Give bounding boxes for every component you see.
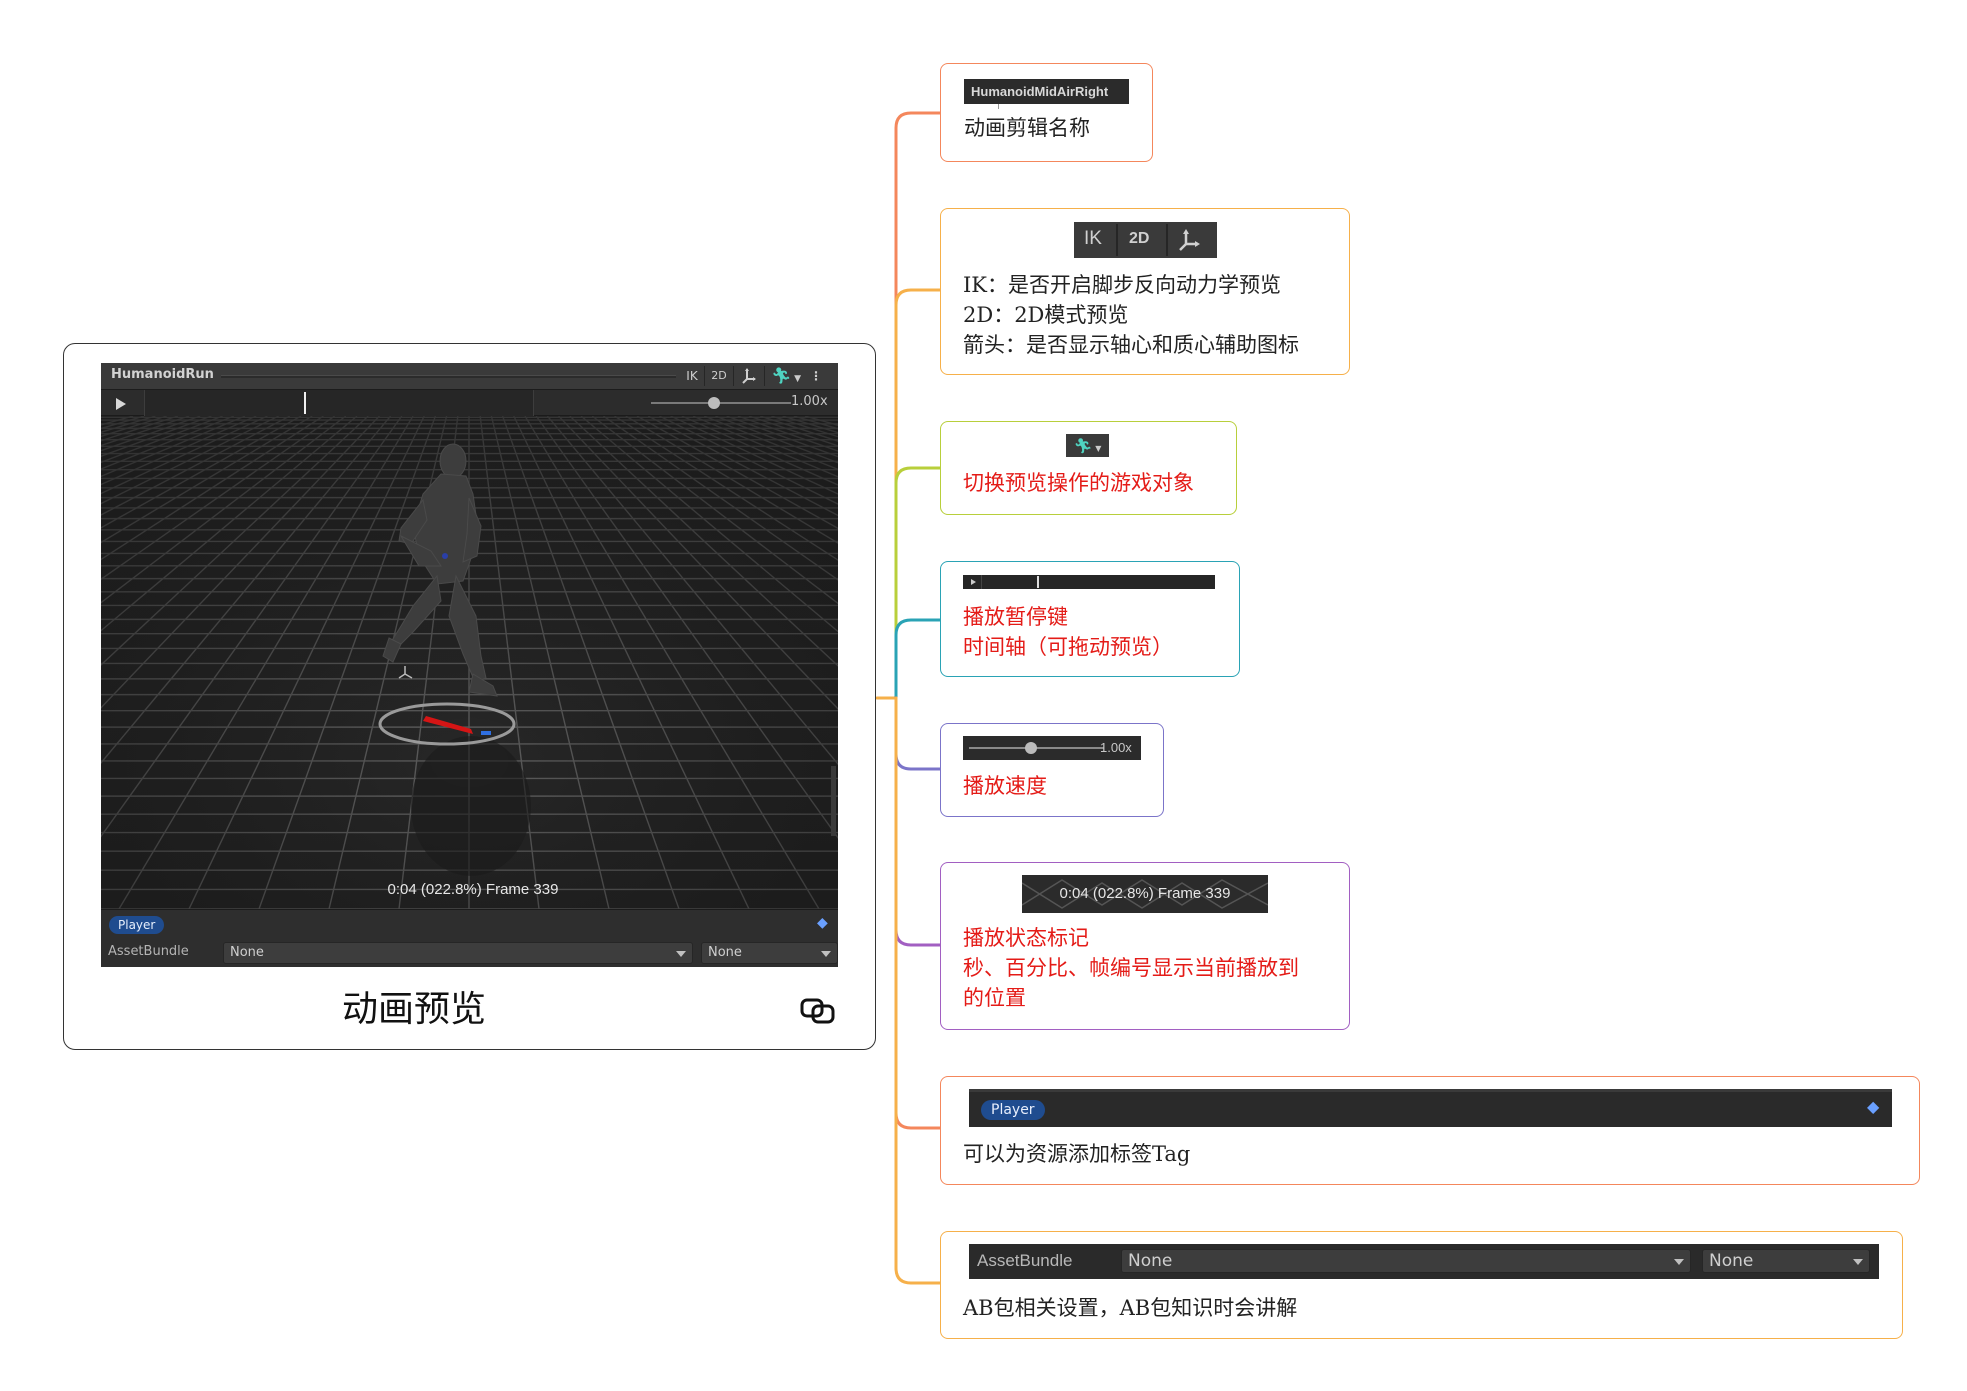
chevron-down-icon: ▼ — [791, 374, 802, 384]
tag-icon: ◆ — [1867, 1097, 1880, 1116]
speed-value-sample: 1.00x — [1100, 740, 1132, 755]
speed-value: 1.00x — [791, 394, 828, 409]
speed-sample: 1.00x — [963, 736, 1141, 760]
preview-viewport[interactable]: 0:04 (022.8%) Frame 339 — [101, 416, 838, 909]
annotation-text: 2D：2D模式预览 — [963, 303, 1129, 327]
character-shadow — [411, 736, 531, 876]
annotation-ik-2d-pivot: IK 2D IK：是否开启脚步反向动力学预览 2D：2D模式预览 箭头：是否显示… — [940, 208, 1350, 375]
assetbundle-label-sample: AssetBundle — [977, 1251, 1073, 1270]
bundle-name-dropdown[interactable]: None — [223, 942, 693, 964]
annotation-clip-name: HumanoidMidAirRight 动画剪辑名称 — [940, 63, 1153, 162]
ik-toggle[interactable]: IK — [681, 365, 703, 387]
bundle-variant-sample: None — [1702, 1249, 1870, 1273]
annotation-text: 秒、百分比、帧编号显示当前播放到 — [963, 956, 1299, 980]
chevron-down-icon — [821, 951, 831, 957]
bundle-variant-dropdown[interactable]: None — [701, 942, 838, 964]
preview-header: HumanoidRun IK 2D 🏃︎ ▼ ⋮ — [101, 363, 838, 390]
annotation-text: 动画剪辑名称 — [964, 116, 1090, 140]
tag-pill-sample: Player — [981, 1100, 1045, 1120]
annotation-text: 的位置 — [963, 986, 1026, 1010]
pivot-toggle[interactable] — [736, 365, 762, 387]
more-options-icon[interactable]: ⋮ — [809, 365, 823, 387]
play-icon[interactable] — [116, 398, 126, 410]
avatar-switch-button[interactable]: 🏃︎ ▼ — [767, 365, 805, 387]
bundle-variant-value: None — [708, 945, 742, 960]
annotation-assetbundle: AssetBundle None None AB包相关设置，AB包知识时会讲解 — [940, 1231, 1903, 1339]
pivot-icon — [742, 368, 756, 384]
link-icon[interactable] — [799, 996, 839, 1026]
pivot-marker — [481, 731, 491, 735]
annotation-avatar-switch: 🏃︎ ▼ 切换预览操作的游戏对象 — [940, 421, 1237, 515]
bundle-name-value: None — [230, 945, 264, 960]
annotation-text: IK：是否开启脚步反向动力学预览 — [963, 273, 1281, 297]
timeline-row: 1.00x — [101, 390, 838, 416]
annotation-text: 箭头：是否显示轴心和质心辅助图标 — [963, 333, 1299, 357]
pivot-icon — [1179, 229, 1200, 251]
assetbundle-row-sample: AssetBundle None None — [969, 1244, 1879, 1279]
chevron-down-icon: ▼ — [1092, 444, 1102, 453]
clip-name: HumanoidRun — [111, 367, 214, 382]
annotation-text: 播放暂停键 — [963, 605, 1068, 629]
annotation-text: 时间轴（可拖动预览） — [963, 635, 1173, 659]
tag-pill[interactable]: Player — [109, 916, 165, 934]
chevron-down-icon — [676, 951, 686, 957]
clip-name-sample: HumanoidMidAirRight — [964, 79, 1129, 104]
avatar-switch-sample: 🏃︎ ▼ — [1066, 434, 1109, 457]
annotation-play-timeline: 播放暂停键 时间轴（可拖动预览） — [940, 561, 1240, 677]
annotation-text: AB包相关设置，AB包知识时会讲解 — [963, 1296, 1298, 1320]
status-sample: 0:04 (022.8%) Frame 339 — [1022, 875, 1268, 913]
preview-window: 0:04 (022.8%) Frame 339 HumanoidRun IK 2… — [101, 363, 838, 967]
play-icon — [971, 579, 976, 585]
speed-slider-knob[interactable] — [708, 397, 720, 409]
timeline-track[interactable] — [144, 390, 534, 416]
asset-footer: Player ◆ AssetBundle None None — [101, 909, 838, 967]
annotation-tag: Player ◆ 可以为资源添加标签Tag — [940, 1076, 1920, 1185]
humanoid-icon: 🏃︎ — [770, 366, 792, 385]
assetbundle-label: AssetBundle — [108, 944, 189, 959]
ik-sample: IK — [1084, 228, 1102, 249]
chevron-down-icon — [1853, 1259, 1863, 1265]
status-text: 0:04 (022.8%) Frame 339 — [388, 881, 559, 898]
toolbar-sample: IK 2D — [1074, 222, 1217, 258]
animation-preview-card: 0:04 (022.8%) Frame 339 HumanoidRun IK 2… — [63, 343, 876, 1050]
bundle-name-sample: None — [1121, 1249, 1691, 1273]
tag-icon[interactable]: ◆ — [817, 916, 831, 930]
annotation-text: 播放状态标记 — [963, 926, 1089, 950]
annotation-text: 播放速度 — [963, 774, 1047, 798]
annotation-text: 切换预览操作的游戏对象 — [963, 471, 1194, 495]
card-title: 动画预览 — [341, 989, 486, 1030]
speed-slider[interactable] — [651, 402, 791, 404]
timeline-cursor[interactable] — [304, 392, 306, 414]
status-text-sample: 0:04 (022.8%) Frame 339 — [1059, 885, 1231, 902]
mode-2d-toggle[interactable]: 2D — [707, 365, 731, 387]
annotation-status: 0:04 (022.8%) Frame 339 播放状态标记 秒、百分比、帧编号… — [940, 862, 1350, 1030]
timeline-sample — [963, 575, 1215, 589]
mode-2d-sample: 2D — [1129, 230, 1150, 247]
humanoid-icon: 🏃︎ — [1073, 437, 1093, 455]
annotation-playback-speed: 1.00x 播放速度 — [940, 723, 1164, 817]
tag-row-sample: Player ◆ — [969, 1089, 1892, 1127]
chevron-down-icon — [1674, 1259, 1684, 1265]
annotation-text: 可以为资源添加标签Tag — [963, 1142, 1191, 1166]
